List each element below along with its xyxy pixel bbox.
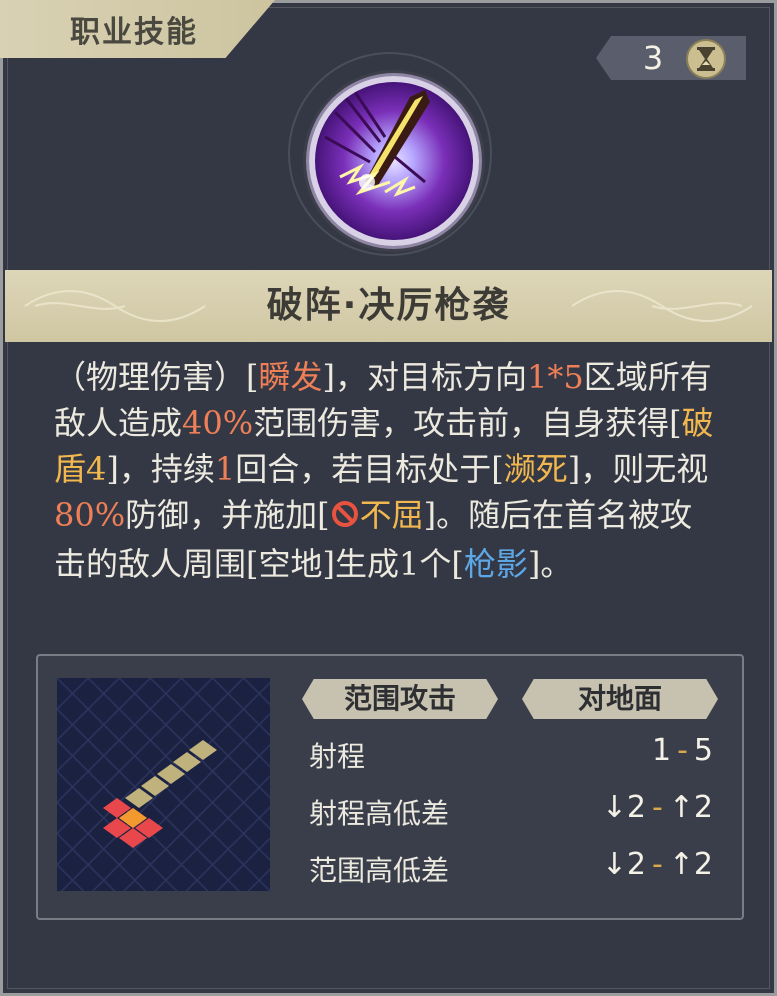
stat-label-area-height: 范围高低差 <box>309 854 450 887</box>
desc-text: 防御，并施加[ <box>125 496 330 534</box>
desc-text: ]，则无视 <box>567 450 709 488</box>
damage-percent: 40% <box>182 404 254 442</box>
desc-text: ]，持续 <box>106 450 215 488</box>
keyword-unyielding[interactable]: 不屈 <box>360 496 424 534</box>
desc-text: 回合，若目标处于[ <box>235 450 504 488</box>
stat-label-range-height: 射程高低差 <box>309 797 450 830</box>
spear-strike-icon <box>309 76 479 246</box>
stat-separator: - <box>651 847 663 882</box>
stat-min: ↓2 <box>601 847 646 882</box>
keyword-spear-shadow[interactable]: 枪影 <box>464 545 528 583</box>
tag-area-attack: 范围攻击 <box>302 679 498 719</box>
keyword-instant[interactable]: 瞬发 <box>259 358 323 396</box>
stat-max: ↑2 <box>668 790 713 825</box>
stat-separator: - <box>677 733 688 768</box>
prohibited-icon <box>330 495 360 541</box>
cost-value: 3 <box>642 39 664 77</box>
stat-value-range: 1-5 <box>652 733 713 768</box>
stat-min: 1 <box>651 733 672 768</box>
duration-value: 1 <box>214 450 236 488</box>
stat-min: ↓2 <box>601 790 646 825</box>
stat-value-range-height: ↓2- ↑2 <box>602 790 713 825</box>
stat-max: ↑2 <box>668 847 713 882</box>
area-value: 1*5 <box>527 358 584 396</box>
stat-separator: - <box>651 790 663 825</box>
hourglass-icon <box>686 39 726 79</box>
desc-text: （物理伤害）[ <box>54 358 259 396</box>
keyword-dying[interactable]: 濒死 <box>504 450 568 488</box>
stat-max: 5 <box>693 733 713 768</box>
ignore-defense-percent: 80% <box>54 496 126 534</box>
desc-text: 范围伤害，攻击前，自身获得[ <box>253 404 682 442</box>
stat-label-range: 射程 <box>309 740 366 773</box>
desc-text: ]，对目标方向 <box>322 358 528 396</box>
skill-name: 破阵·决厉枪袭 <box>266 285 511 326</box>
tag-ground-target: 对地面 <box>522 679 718 719</box>
desc-text: ]。 <box>527 545 573 583</box>
category-label: 职业技能 <box>70 15 198 50</box>
range-preview-grid <box>57 678 270 891</box>
stat-value-area-height: ↓2- ↑2 <box>602 847 713 882</box>
skill-description: （物理伤害）[瞬发]，对目标方向1*5区域所有敌人造成40%范围伤害，攻击前，自… <box>54 354 724 587</box>
